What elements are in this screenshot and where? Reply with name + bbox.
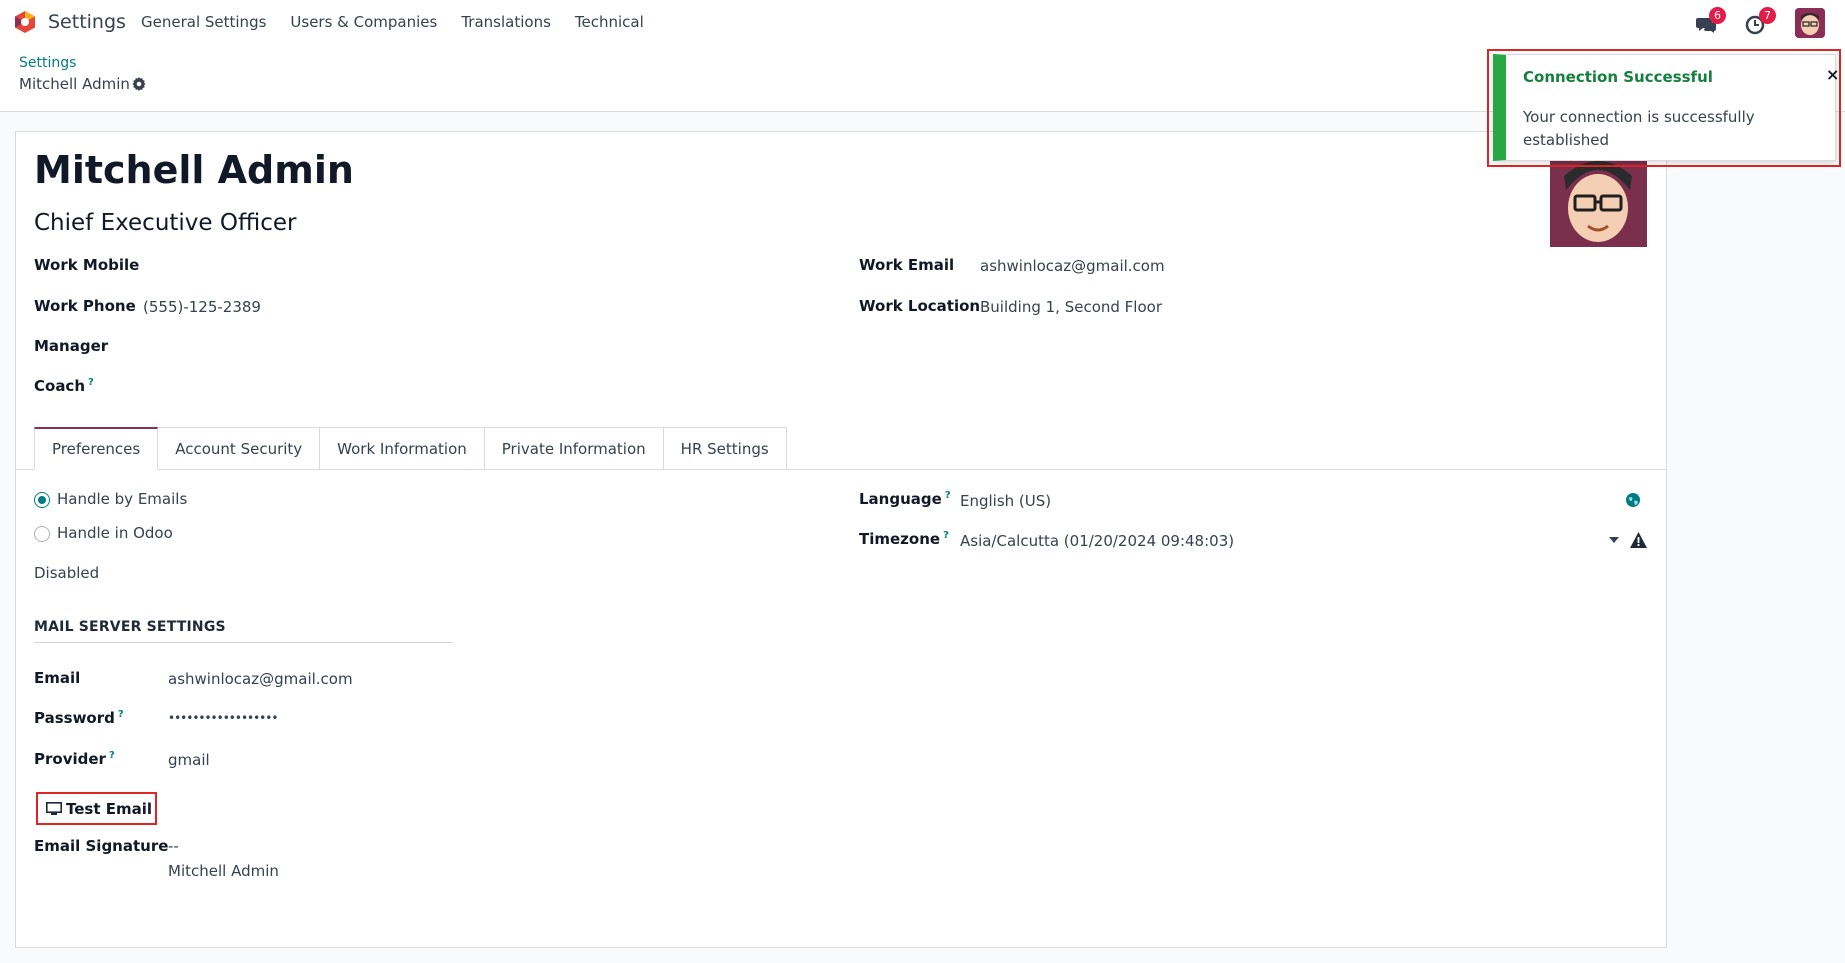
manager-label: Manager (34, 337, 109, 355)
work-location-label: Work Location (859, 297, 981, 315)
password-label-text: Password (34, 709, 115, 727)
section-divider (34, 642, 453, 643)
job-title[interactable]: Chief Executive Officer (34, 210, 296, 236)
language-label: Language? (859, 490, 951, 508)
user-avatar[interactable] (1795, 8, 1825, 38)
tab-work-information[interactable]: Work Information (320, 427, 485, 470)
password-value[interactable]: •••••••••••••••••• (168, 711, 278, 725)
timezone-label-text: Timezone (859, 530, 941, 548)
work-mobile-label: Work Mobile (34, 256, 140, 274)
work-location-value[interactable]: Building 1, Second Floor (980, 298, 1162, 316)
warning-icon (1630, 532, 1647, 548)
menu-general-settings[interactable]: General Settings (141, 13, 266, 31)
timezone-label: Timezone? (859, 530, 949, 548)
language-label-text: Language (859, 490, 942, 508)
globe-icon[interactable] (1625, 492, 1641, 508)
password-label: Password? (34, 709, 124, 727)
messages-button[interactable]: 6 (1695, 7, 1726, 36)
coach-label: Coach? (34, 377, 94, 395)
tab-hr-settings[interactable]: HR Settings (663, 427, 787, 470)
menu-technical[interactable]: Technical (575, 13, 644, 31)
provider-value[interactable]: gmail (168, 751, 210, 769)
password-help-icon[interactable]: ? (118, 709, 124, 720)
mail-server-section-title: MAIL SERVER SETTINGS (34, 619, 226, 635)
breadcrumb-current: Mitchell Admin (19, 75, 130, 93)
work-email-label: Work Email (859, 256, 955, 274)
odoo-app-icon[interactable] (13, 10, 37, 34)
breadcrumb-settings[interactable]: Settings (19, 55, 76, 71)
work-phone-label: Work Phone (34, 297, 136, 315)
work-email-value[interactable]: ashwinlocaz@gmail.com (980, 257, 1165, 275)
signature-line-2[interactable]: Mitchell Admin (168, 862, 279, 880)
toast-title: Connection Successful (1523, 68, 1713, 86)
chevron-down-icon[interactable] (1609, 537, 1619, 543)
menu-translations[interactable]: Translations (461, 13, 551, 31)
provider-label-text: Provider (34, 750, 106, 768)
employee-name[interactable]: Mitchell Admin (34, 148, 354, 192)
work-phone-value[interactable]: (555)-125-2389 (143, 298, 261, 316)
tab-private-information[interactable]: Private Information (484, 427, 664, 470)
radio-handle-in-odoo[interactable] (34, 526, 50, 542)
test-email-button[interactable]: Test Email (36, 792, 157, 825)
signature-line-1[interactable]: -- (168, 837, 179, 855)
messages-badge: 6 (1709, 7, 1726, 24)
test-email-label: Test Email (66, 799, 153, 818)
coach-label-text: Coach (34, 377, 86, 395)
language-help-icon[interactable]: ? (945, 490, 951, 501)
top-navbar: Settings General Settings Users & Compan… (0, 0, 1845, 44)
activities-badge: 7 (1759, 7, 1776, 24)
menu-users-companies[interactable]: Users & Companies (290, 13, 437, 31)
mail-email-value[interactable]: ashwinlocaz@gmail.com (168, 670, 353, 688)
handle-by-emails-label[interactable]: Handle by Emails (57, 490, 187, 508)
handle-in-odoo-label[interactable]: Handle in Odoo (57, 524, 173, 542)
mail-email-label: Email (34, 669, 81, 687)
activities-button[interactable]: 7 (1745, 7, 1776, 36)
timezone-value[interactable]: Asia/Calcutta (01/20/2024 09:48:03) (960, 532, 1234, 550)
radio-handle-by-emails[interactable] (34, 492, 50, 508)
toast-close-button[interactable]: × (1826, 65, 1839, 84)
avatar-face-icon (1795, 8, 1825, 38)
signature-label: Email Signature (34, 837, 169, 855)
app-name[interactable]: Settings (48, 11, 126, 33)
provider-label: Provider? (34, 750, 115, 768)
coach-help-icon[interactable]: ? (88, 377, 94, 388)
provider-help-icon[interactable]: ? (109, 750, 115, 761)
notification-toast: Connection Successful × Your connection … (1493, 54, 1839, 161)
monitor-icon (46, 801, 62, 815)
timezone-help-icon[interactable]: ? (943, 530, 949, 541)
notebook-tabs: Preferences Account Security Work Inform… (34, 427, 787, 470)
form-sheet: Mitchell Admin Chief Executive Officer W… (15, 131, 1667, 948)
language-value[interactable]: English (US) (960, 492, 1051, 510)
tab-preferences[interactable]: Preferences (34, 427, 159, 470)
status-text: Disabled (34, 564, 100, 582)
tab-account-security[interactable]: Account Security (158, 427, 321, 470)
main-menu: General Settings Users & Companies Trans… (141, 13, 668, 31)
toast-message: Your connection is successfully establis… (1523, 108, 1755, 149)
gear-icon[interactable] (131, 76, 147, 92)
